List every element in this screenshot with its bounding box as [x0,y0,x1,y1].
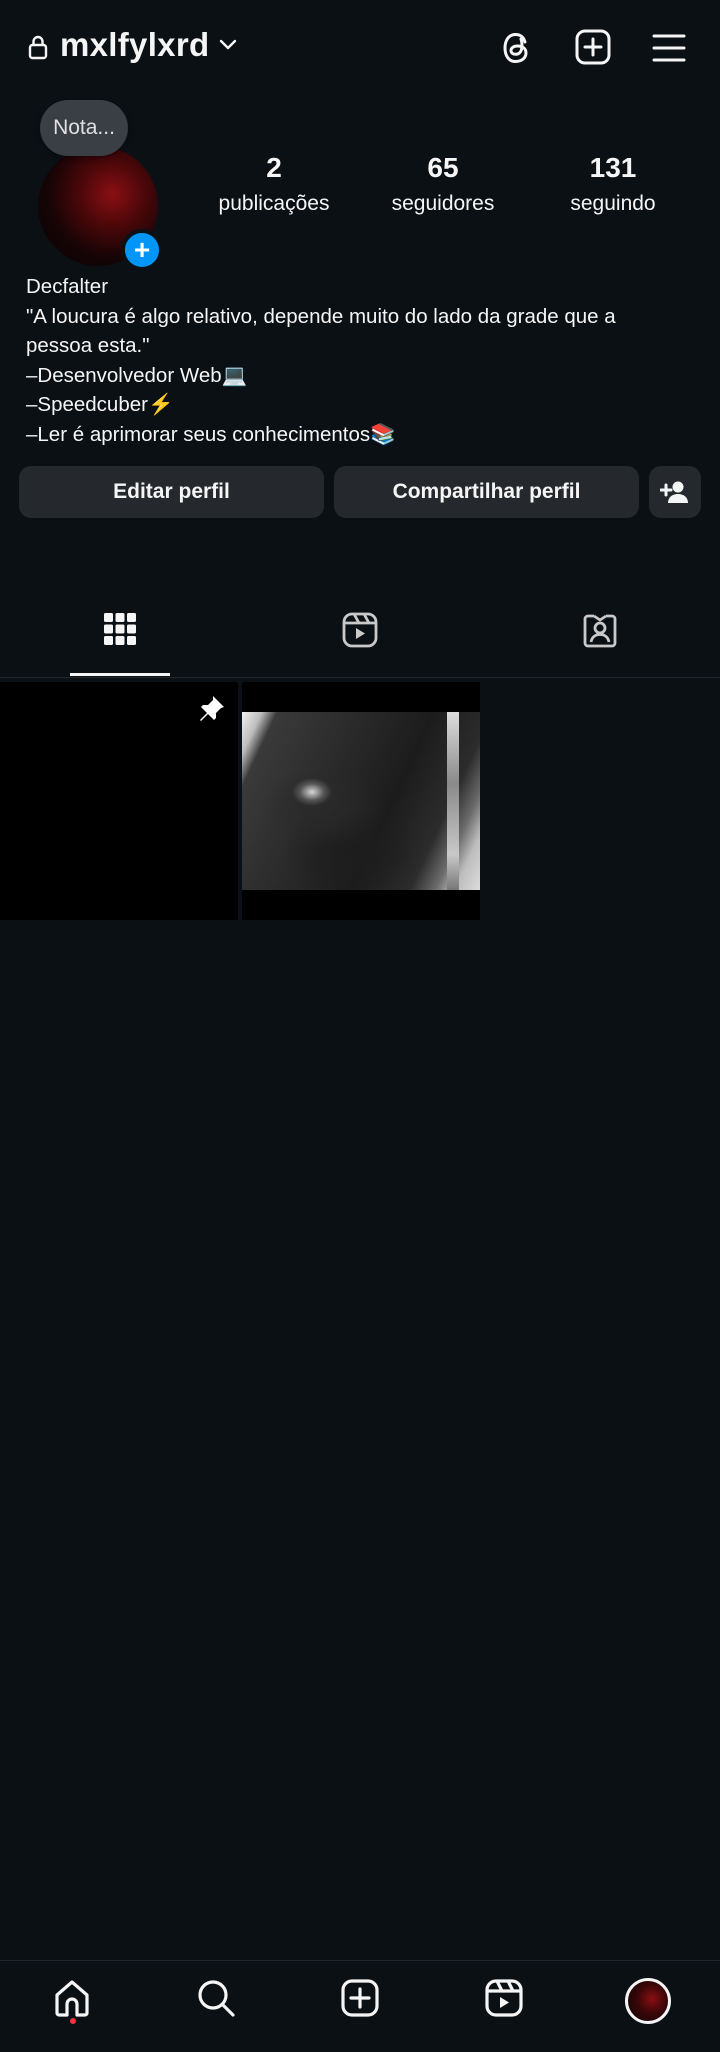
reels-icon [342,612,378,648]
edit-profile-button[interactable]: Editar perfil [19,466,324,518]
discover-people-button[interactable] [649,466,701,518]
nav-profile[interactable] [576,1978,720,2026]
reels-icon [484,1978,524,2026]
tab-reels[interactable] [240,612,480,676]
top-bar: mxlfylxrd [0,0,720,96]
bio-line: –Desenvolvedor Web💻 [26,363,248,387]
nav-create[interactable] [288,1978,432,2026]
active-tab-indicator [70,673,170,676]
bio-line: –Speedcuber⚡ [26,393,174,416]
stat-following[interactable]: 131 seguindo [538,152,688,216]
share-profile-button[interactable]: Compartilhar perfil [334,466,639,518]
search-icon [196,1978,236,2026]
tab-tagged[interactable] [480,612,720,676]
nav-search[interactable] [144,1978,288,2026]
pin-icon [196,694,226,724]
create-icon [340,1978,380,2026]
bio-line: pessoa esta." [26,334,150,357]
chevron-down-icon[interactable] [218,38,238,52]
stat-label: seguidores [391,192,495,215]
stat-posts[interactable]: 2 publicações [199,152,349,216]
add-story-button[interactable]: + [121,229,163,271]
threads-icon[interactable] [498,28,536,68]
notification-dot [70,2018,76,2024]
grid-icon [103,612,137,646]
nav-reels[interactable] [432,1978,576,2026]
add-person-icon [660,479,690,505]
bio: Decfalter "A loucura é algo relativo, de… [26,272,686,449]
profile-avatar-icon [625,1978,671,2024]
tab-posts-grid[interactable] [0,612,240,676]
stat-followers[interactable]: 65 seguidores [368,152,518,216]
create-post-icon[interactable] [574,28,612,66]
profile-name: Decfalter [26,275,109,298]
stat-value: 65 [427,152,459,183]
lock-icon [28,34,48,60]
stat-label: seguindo [570,192,656,215]
account-switcher-username[interactable]: mxlfylxrd [60,26,209,64]
menu-icon[interactable] [650,30,688,66]
bio-line: "A loucura é algo relativo, depende muit… [26,304,616,328]
bio-line: –Ler é aprimorar seus conhecimentos📚 [26,422,396,446]
stat-value: 131 [589,152,637,183]
post-image [242,712,480,890]
note-bubble[interactable]: Nota... [40,100,128,156]
stat-label: publicações [218,192,330,215]
tagged-person-icon [582,612,618,648]
stat-value: 2 [266,152,282,183]
post-thumbnail[interactable] [242,682,480,920]
divider [0,677,720,678]
